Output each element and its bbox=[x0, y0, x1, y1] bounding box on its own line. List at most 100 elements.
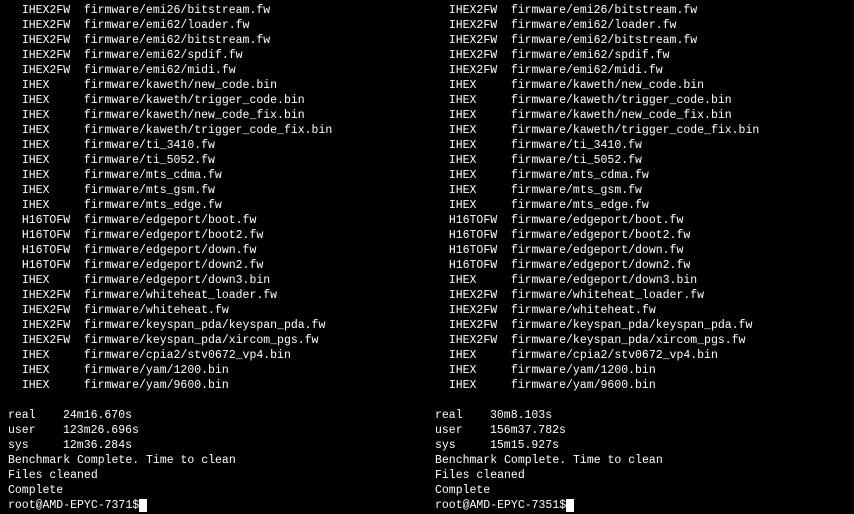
output-line: IHEXfirmware/edgeport/down3.bin bbox=[435, 273, 846, 288]
output-line: IHEXfirmware/kaweth/new_code_fix.bin bbox=[435, 108, 846, 123]
timing-line-real: real24m16.670s bbox=[8, 408, 419, 423]
build-path: firmware/emi62/midi.fw bbox=[84, 64, 236, 77]
build-path: firmware/cpia2/stv0672_vp4.bin bbox=[511, 349, 718, 362]
shell-prompt: root@AMD-EPYC-7351$ bbox=[435, 499, 566, 512]
build-tag: IHEX2FW bbox=[22, 333, 84, 348]
output-line: IHEX2FWfirmware/keyspan_pda/xircom_pgs.f… bbox=[435, 333, 846, 348]
build-path: firmware/yam/9600.bin bbox=[511, 379, 656, 392]
build-path: firmware/mts_cdma.fw bbox=[511, 169, 649, 182]
output-line: IHEX2FWfirmware/emi26/bitstream.fw bbox=[435, 3, 846, 18]
build-path: firmware/kaweth/trigger_code.bin bbox=[511, 94, 732, 107]
output-line: IHEX2FWfirmware/keyspan_pda/keyspan_pda.… bbox=[435, 318, 846, 333]
build-path: firmware/emi62/bitstream.fw bbox=[511, 34, 697, 47]
cursor-icon bbox=[139, 499, 147, 512]
timing-label: user bbox=[435, 423, 490, 438]
output-line: IHEXfirmware/cpia2/stv0672_vp4.bin bbox=[8, 348, 419, 363]
timing-value: 30m8.103s bbox=[490, 409, 552, 422]
build-tag: H16TOFW bbox=[449, 258, 511, 273]
output-line: IHEXfirmware/ti_3410.fw bbox=[8, 138, 419, 153]
build-tag: IHEX bbox=[22, 138, 84, 153]
build-path: firmware/kaweth/new_code_fix.bin bbox=[84, 109, 305, 122]
build-path: firmware/emi62/spdif.fw bbox=[84, 49, 243, 62]
output-line: IHEXfirmware/yam/9600.bin bbox=[435, 378, 846, 393]
timing-value: 12m36.284s bbox=[63, 439, 132, 452]
timing-label: real bbox=[435, 408, 490, 423]
output-line: IHEXfirmware/kaweth/trigger_code.bin bbox=[8, 93, 419, 108]
build-tag: IHEX bbox=[22, 108, 84, 123]
build-path: firmware/keyspan_pda/keyspan_pda.fw bbox=[511, 319, 753, 332]
output-line: H16TOFWfirmware/edgeport/down2.fw bbox=[8, 258, 419, 273]
output-line: IHEX2FWfirmware/keyspan_pda/xircom_pgs.f… bbox=[8, 333, 419, 348]
build-tag: H16TOFW bbox=[22, 213, 84, 228]
shell-prompt: root@AMD-EPYC-7371$ bbox=[8, 499, 139, 512]
build-path: firmware/kaweth/new_code_fix.bin bbox=[511, 109, 732, 122]
build-tag: IHEX bbox=[22, 153, 84, 168]
build-tag: H16TOFW bbox=[449, 228, 511, 243]
build-tag: IHEX2FW bbox=[22, 303, 84, 318]
build-path: firmware/edgeport/down.fw bbox=[511, 244, 684, 257]
build-tag: IHEX2FW bbox=[449, 63, 511, 78]
build-path: firmware/mts_edge.fw bbox=[511, 199, 649, 212]
build-path: firmware/kaweth/new_code.bin bbox=[84, 79, 277, 92]
build-path: firmware/whiteheat.fw bbox=[511, 304, 656, 317]
build-tag: H16TOFW bbox=[449, 243, 511, 258]
prompt-line[interactable]: root@AMD-EPYC-7371$ bbox=[8, 498, 419, 513]
output-line: IHEXfirmware/mts_edge.fw bbox=[435, 198, 846, 213]
build-path: firmware/kaweth/new_code.bin bbox=[511, 79, 704, 92]
files-cleaned-message: Files cleaned bbox=[8, 468, 419, 483]
build-path: firmware/kaweth/trigger_code.bin bbox=[84, 94, 305, 107]
output-line: H16TOFWfirmware/edgeport/down.fw bbox=[8, 243, 419, 258]
timing-line-user: user123m26.696s bbox=[8, 423, 419, 438]
output-line: IHEXfirmware/edgeport/down3.bin bbox=[8, 273, 419, 288]
output-line: IHEX2FWfirmware/whiteheat.fw bbox=[8, 303, 419, 318]
output-line: IHEXfirmware/cpia2/stv0672_vp4.bin bbox=[435, 348, 846, 363]
output-line: H16TOFWfirmware/edgeport/down2.fw bbox=[435, 258, 846, 273]
output-line: IHEX2FWfirmware/keyspan_pda/keyspan_pda.… bbox=[8, 318, 419, 333]
output-line: IHEX2FWfirmware/emi62/bitstream.fw bbox=[435, 33, 846, 48]
build-path: firmware/mts_cdma.fw bbox=[84, 169, 222, 182]
output-line: IHEXfirmware/kaweth/new_code.bin bbox=[8, 78, 419, 93]
output-line: IHEX2FWfirmware/emi62/midi.fw bbox=[435, 63, 846, 78]
build-path: firmware/mts_edge.fw bbox=[84, 199, 222, 212]
build-tag: IHEX2FW bbox=[449, 3, 511, 18]
build-tag: IHEX2FW bbox=[449, 18, 511, 33]
build-path: firmware/yam/1200.bin bbox=[84, 364, 229, 377]
build-tag: IHEX bbox=[449, 138, 511, 153]
build-path: firmware/whiteheat_loader.fw bbox=[511, 289, 704, 302]
build-path: firmware/mts_gsm.fw bbox=[84, 184, 215, 197]
build-tag: IHEX bbox=[449, 378, 511, 393]
build-path: firmware/cpia2/stv0672_vp4.bin bbox=[84, 349, 291, 362]
prompt-line[interactable]: root@AMD-EPYC-7351$ bbox=[435, 498, 846, 513]
terminal-pane-left[interactable]: IHEX2FWfirmware/emi26/bitstream.fw IHEX2… bbox=[0, 0, 427, 514]
build-tag: IHEX bbox=[22, 348, 84, 363]
build-tag: IHEX2FW bbox=[22, 63, 84, 78]
build-tag: IHEX2FW bbox=[449, 48, 511, 63]
build-tag: IHEX bbox=[22, 78, 84, 93]
build-tag: IHEX bbox=[449, 273, 511, 288]
build-path: firmware/ti_5052.fw bbox=[84, 154, 215, 167]
build-path: firmware/kaweth/trigger_code_fix.bin bbox=[511, 124, 759, 137]
output-line: IHEX2FWfirmware/emi62/midi.fw bbox=[8, 63, 419, 78]
timing-line-sys: sys12m36.284s bbox=[8, 438, 419, 453]
output-line: IHEXfirmware/ti_3410.fw bbox=[435, 138, 846, 153]
build-tag: IHEX bbox=[22, 198, 84, 213]
output-line: IHEXfirmware/kaweth/trigger_code_fix.bin bbox=[8, 123, 419, 138]
build-tag: IHEX bbox=[449, 348, 511, 363]
build-tag: IHEX2FW bbox=[22, 33, 84, 48]
terminal-pane-right[interactable]: IHEX2FWfirmware/emi26/bitstream.fw IHEX2… bbox=[427, 0, 854, 514]
build-path: firmware/edgeport/boot2.fw bbox=[84, 229, 263, 242]
timing-value: 123m26.696s bbox=[63, 424, 139, 437]
benchmark-message: Benchmark Complete. Time to clean bbox=[8, 453, 419, 468]
build-path: firmware/emi62/spdif.fw bbox=[511, 49, 670, 62]
build-path: firmware/keyspan_pda/xircom_pgs.fw bbox=[511, 334, 746, 347]
output-line: IHEXfirmware/kaweth/new_code.bin bbox=[435, 78, 846, 93]
output-line: IHEX2FWfirmware/emi62/spdif.fw bbox=[435, 48, 846, 63]
output-line: H16TOFWfirmware/edgeport/boot.fw bbox=[435, 213, 846, 228]
build-tag: IHEX2FW bbox=[22, 48, 84, 63]
build-path: firmware/emi62/midi.fw bbox=[511, 64, 663, 77]
build-path: firmware/yam/1200.bin bbox=[511, 364, 656, 377]
build-path: firmware/ti_5052.fw bbox=[511, 154, 642, 167]
timing-line-real: real30m8.103s bbox=[435, 408, 846, 423]
build-tag: IHEX2FW bbox=[22, 18, 84, 33]
output-line: IHEX2FWfirmware/emi62/bitstream.fw bbox=[8, 33, 419, 48]
